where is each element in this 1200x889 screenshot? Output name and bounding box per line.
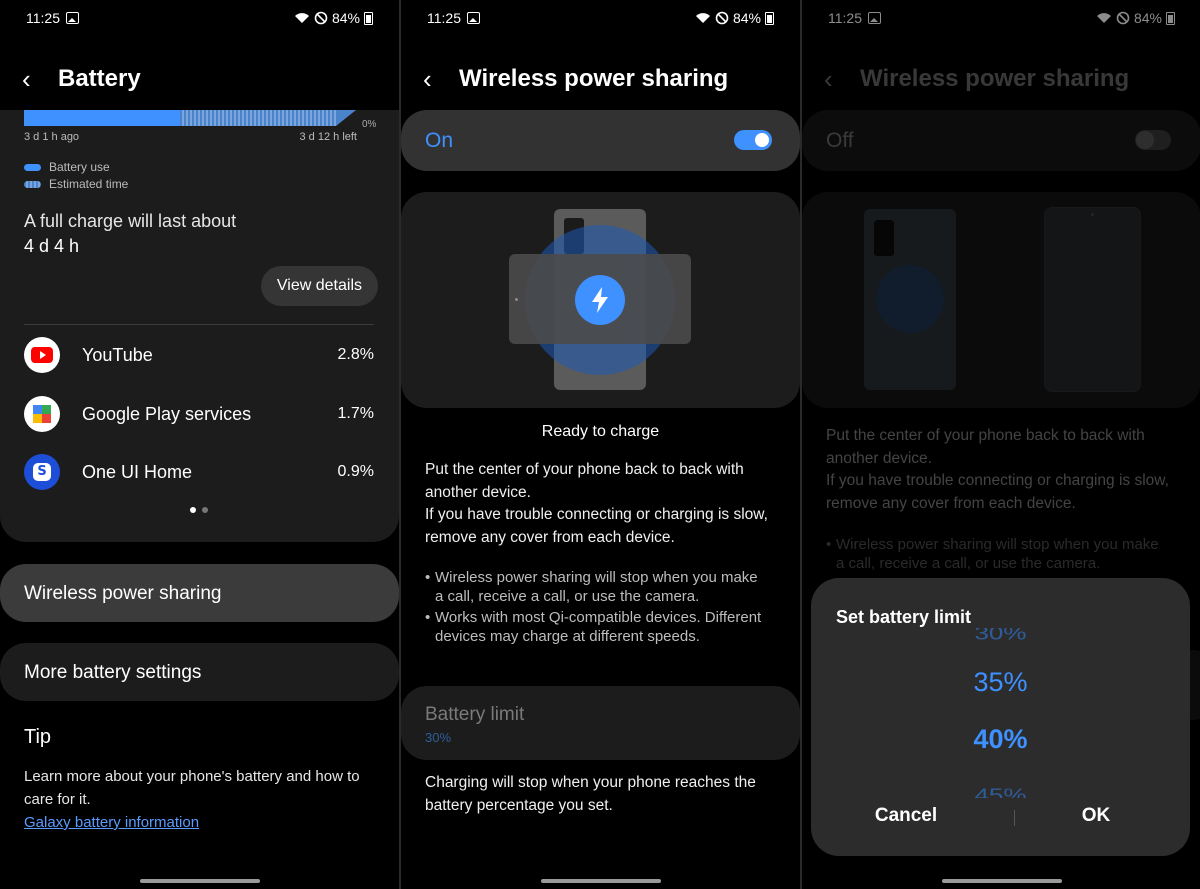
wireless-power-sharing-on-screen: 11:25 84% ‹ Wireless power sharing On Re… — [401, 0, 800, 889]
status-bar: 11:25 84% — [427, 8, 774, 28]
picker-option-selected[interactable]: 40% — [811, 724, 1190, 755]
bullet-item: • Works with most Qi-compatible devices. … — [425, 609, 762, 645]
full-charge-value: 4 d 4 h — [24, 236, 80, 256]
wifi-icon — [695, 13, 710, 23]
legend-swatch — [24, 181, 41, 188]
wps-header: ‹ Wireless power sharing — [423, 62, 778, 96]
do-not-disturb-icon — [314, 11, 328, 25]
tip-body: Learn more about your phone's battery an… — [24, 768, 360, 808]
legend-label: Estimated time — [49, 177, 129, 191]
picker-option[interactable]: 30% — [811, 628, 1190, 644]
wifi-icon — [294, 13, 309, 23]
app-name: One UI Home — [82, 461, 193, 482]
tip-title: Tip — [24, 726, 52, 748]
galaxy-battery-info-link[interactable]: Galaxy battery information — [24, 814, 199, 831]
app-usage-pct: 1.7% — [337, 405, 374, 422]
one-ui-home-icon: S — [24, 454, 60, 490]
battery-percent: 84% — [732, 10, 761, 26]
home-indicator[interactable] — [540, 879, 661, 883]
home-indicator[interactable] — [941, 879, 1062, 883]
lightning-bolt-icon — [575, 275, 625, 325]
app-usage-pct: 2.8% — [337, 346, 374, 363]
status-bar: 11:25 84% — [26, 8, 373, 28]
wps-bullets: • Wireless power sharing will stop when y… — [425, 568, 770, 646]
back-arrow-icon[interactable]: ‹ — [423, 66, 459, 92]
legend-estimated-time: Estimated time — [24, 176, 128, 193]
battery-limit-footer: Charging will stop when your phone reach… — [425, 774, 756, 814]
app-row-google-play-services[interactable]: Google Play services 1.7% — [24, 395, 374, 433]
legend-swatch — [24, 164, 41, 171]
wps-illustration-card — [401, 192, 800, 408]
battery-icon — [364, 11, 373, 25]
do-not-disturb-icon — [715, 11, 729, 25]
estimated-time-taper — [336, 110, 356, 126]
app-usage-pct: 0.9% — [337, 463, 374, 480]
chart-legend: Battery use Estimated time — [24, 159, 128, 193]
gallery-notification-icon — [467, 12, 480, 24]
page-title: Battery — [58, 65, 141, 92]
chart-left-label: 3 d 1 h ago — [24, 131, 80, 143]
app-name: Google Play services — [82, 403, 252, 424]
page-title: Wireless power sharing — [459, 65, 729, 92]
youtube-icon — [24, 337, 60, 373]
battery-use-bar — [24, 110, 180, 126]
battery-usage-card: 0% 3 d 1 h ago 3 d 12 h left Battery use… — [0, 110, 399, 542]
battery-percent: 84% — [331, 10, 360, 26]
master-switch[interactable] — [734, 130, 772, 150]
legend-battery-use: Battery use — [24, 159, 128, 176]
wireless-power-sharing-off-screen: 11:25 84% ‹ Wireless power sharing Off P… — [802, 0, 1200, 889]
more-battery-settings-item[interactable]: More battery settings — [0, 643, 399, 701]
full-charge-label: A full charge will last about — [24, 211, 237, 231]
battery-icon — [765, 11, 774, 25]
device-dot — [515, 298, 518, 301]
battery-header: ‹ Battery — [22, 62, 377, 96]
home-indicator[interactable] — [139, 879, 260, 883]
toggle-label: On — [425, 129, 454, 152]
bullet-item: • Wireless power sharing will stop when y… — [425, 569, 758, 605]
battery-limit-value: 30% — [425, 730, 452, 745]
estimated-time-bar — [180, 110, 336, 126]
app-name: YouTube — [82, 344, 153, 365]
battery-limit-item[interactable]: Battery limit 30% — [401, 686, 800, 760]
legend-label: Battery use — [49, 160, 110, 174]
switch-thumb — [755, 133, 769, 147]
google-play-services-icon — [24, 396, 60, 432]
wps-description: Put the center of your phone back to bac… — [425, 461, 768, 546]
battery-usage-chart — [24, 110, 356, 126]
dialog-ok-button[interactable]: OK — [1001, 805, 1191, 827]
wireless-power-sharing-item[interactable]: Wireless power sharing — [0, 564, 399, 622]
chart-end-label: 0% — [362, 119, 377, 130]
dialog-title: Set battery limit — [836, 607, 972, 627]
view-details-button[interactable]: View details — [260, 266, 378, 306]
status-time: 11:25 — [427, 10, 461, 26]
app-row-youtube[interactable]: YouTube 2.8% — [24, 336, 374, 374]
page-indicator — [190, 507, 208, 513]
ready-status: Ready to charge — [541, 423, 660, 440]
dialog-cancel-button[interactable]: Cancel — [811, 805, 1001, 827]
battery-screen: 11:25 84% ‹ Battery 0% 3 d 1 h ago 3 d 1… — [0, 0, 399, 889]
chart-right-label: 3 d 12 h left — [299, 131, 358, 143]
battery-limit-picker[interactable]: 30% 35% 40% 45% — [811, 628, 1190, 798]
picker-option[interactable]: 45% — [811, 785, 1190, 798]
card-divider — [24, 324, 374, 325]
menu-item-label: More battery settings — [24, 662, 202, 683]
menu-item-label: Wireless power sharing — [24, 583, 222, 604]
status-time: 11:25 — [26, 10, 60, 26]
app-row-one-ui-home[interactable]: S One UI Home 0.9% — [24, 453, 374, 491]
master-toggle-row[interactable]: On — [401, 110, 800, 171]
set-battery-limit-dialog: Set battery limit 30% 35% 40% 45% Cancel… — [811, 578, 1190, 856]
page-dot — [202, 507, 208, 513]
picker-option[interactable]: 35% — [811, 667, 1190, 698]
page-dot-active — [190, 507, 196, 513]
gallery-notification-icon — [66, 12, 79, 24]
battery-limit-label: Battery limit — [425, 704, 525, 725]
back-arrow-icon[interactable]: ‹ — [22, 66, 58, 92]
